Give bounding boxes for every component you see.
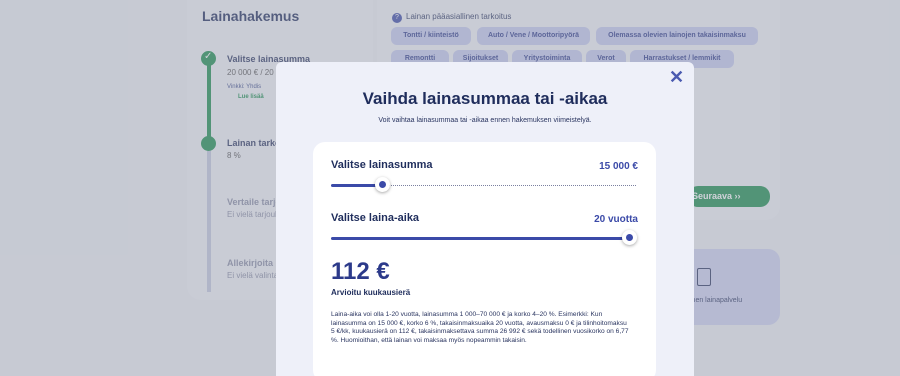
term-value: 20 vuotta — [594, 214, 638, 225]
loan-info-text: Laina-aika voi olla 1-20 vuotta, lainasu… — [331, 311, 629, 344]
term-label: Valitse laina-aika — [331, 212, 420, 224]
monthly-amount: 112 € — [331, 258, 390, 285]
term-slider-fill — [331, 237, 629, 240]
amount-value: 15 000 € — [599, 161, 638, 172]
close-icon[interactable]: ✕ — [669, 67, 684, 88]
amount-slider-thumb[interactable] — [374, 177, 390, 192]
term-slider-thumb[interactable] — [622, 230, 637, 245]
modal-title: Vaihda lainasummaa tai -aikaa — [362, 89, 608, 108]
modal-subtitle: Voit vaihtaa lainasummaa tai -aikaa enne… — [378, 117, 592, 124]
monthly-label: Arvioitu kuukausierä — [331, 288, 411, 297]
amount-label: Valitse lainasumma — [331, 159, 433, 171]
